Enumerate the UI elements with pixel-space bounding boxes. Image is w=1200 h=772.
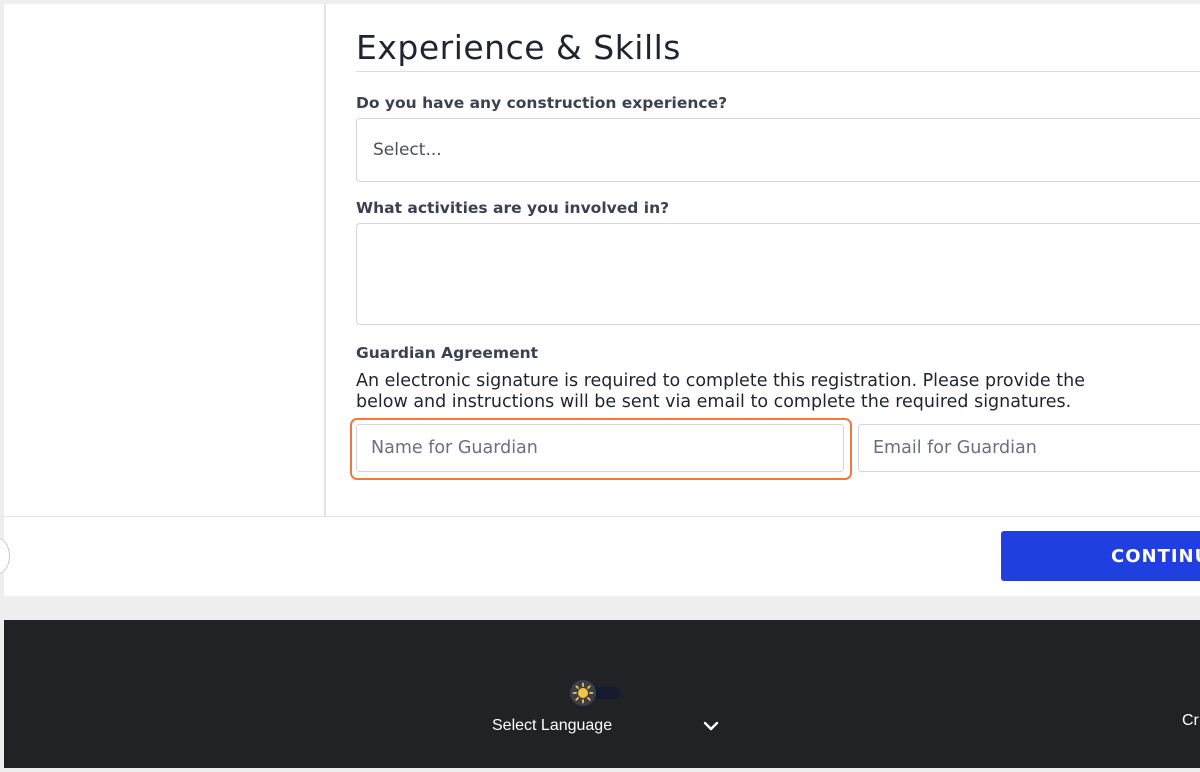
continue-button[interactable]: CONTINUE xyxy=(1001,531,1200,581)
section-title: Experience & Skills xyxy=(356,28,681,67)
guardian-email-input[interactable] xyxy=(858,424,1200,472)
back-button[interactable] xyxy=(0,538,10,574)
site-footer: Select Language Cr xyxy=(4,620,1200,768)
activities-label: What activities are you involved in? xyxy=(356,199,670,217)
guardian-agreement-text-line-2: below and instructions will be sent via … xyxy=(356,392,1072,412)
theme-toggle-knob xyxy=(570,680,596,706)
actions-divider xyxy=(4,516,1200,517)
footer-link[interactable]: Cr xyxy=(1182,712,1199,730)
activities-textarea[interactable] xyxy=(356,223,1200,325)
construction-experience-label: Do you have any construction experience? xyxy=(356,94,728,112)
construction-experience-select-value: Select... xyxy=(373,140,442,160)
construction-experience-select[interactable]: Select... xyxy=(356,118,1200,182)
guardian-name-input[interactable] xyxy=(356,424,844,472)
language-select-label[interactable]: Select Language xyxy=(492,717,612,735)
guardian-agreement-text-line-1: An electronic signature is required to c… xyxy=(356,371,1085,391)
guardian-agreement-heading: Guardian Agreement xyxy=(356,344,539,362)
section-title-divider xyxy=(356,71,1200,72)
chevron-down-icon[interactable] xyxy=(702,719,720,733)
sun-icon xyxy=(572,682,594,704)
guardian-agreement-text: An electronic signature is required to c… xyxy=(356,371,1200,413)
theme-toggle[interactable] xyxy=(570,680,622,706)
registration-card: Experience & Skills Do you have any cons… xyxy=(0,4,1200,596)
sidebar-divider xyxy=(324,4,326,516)
